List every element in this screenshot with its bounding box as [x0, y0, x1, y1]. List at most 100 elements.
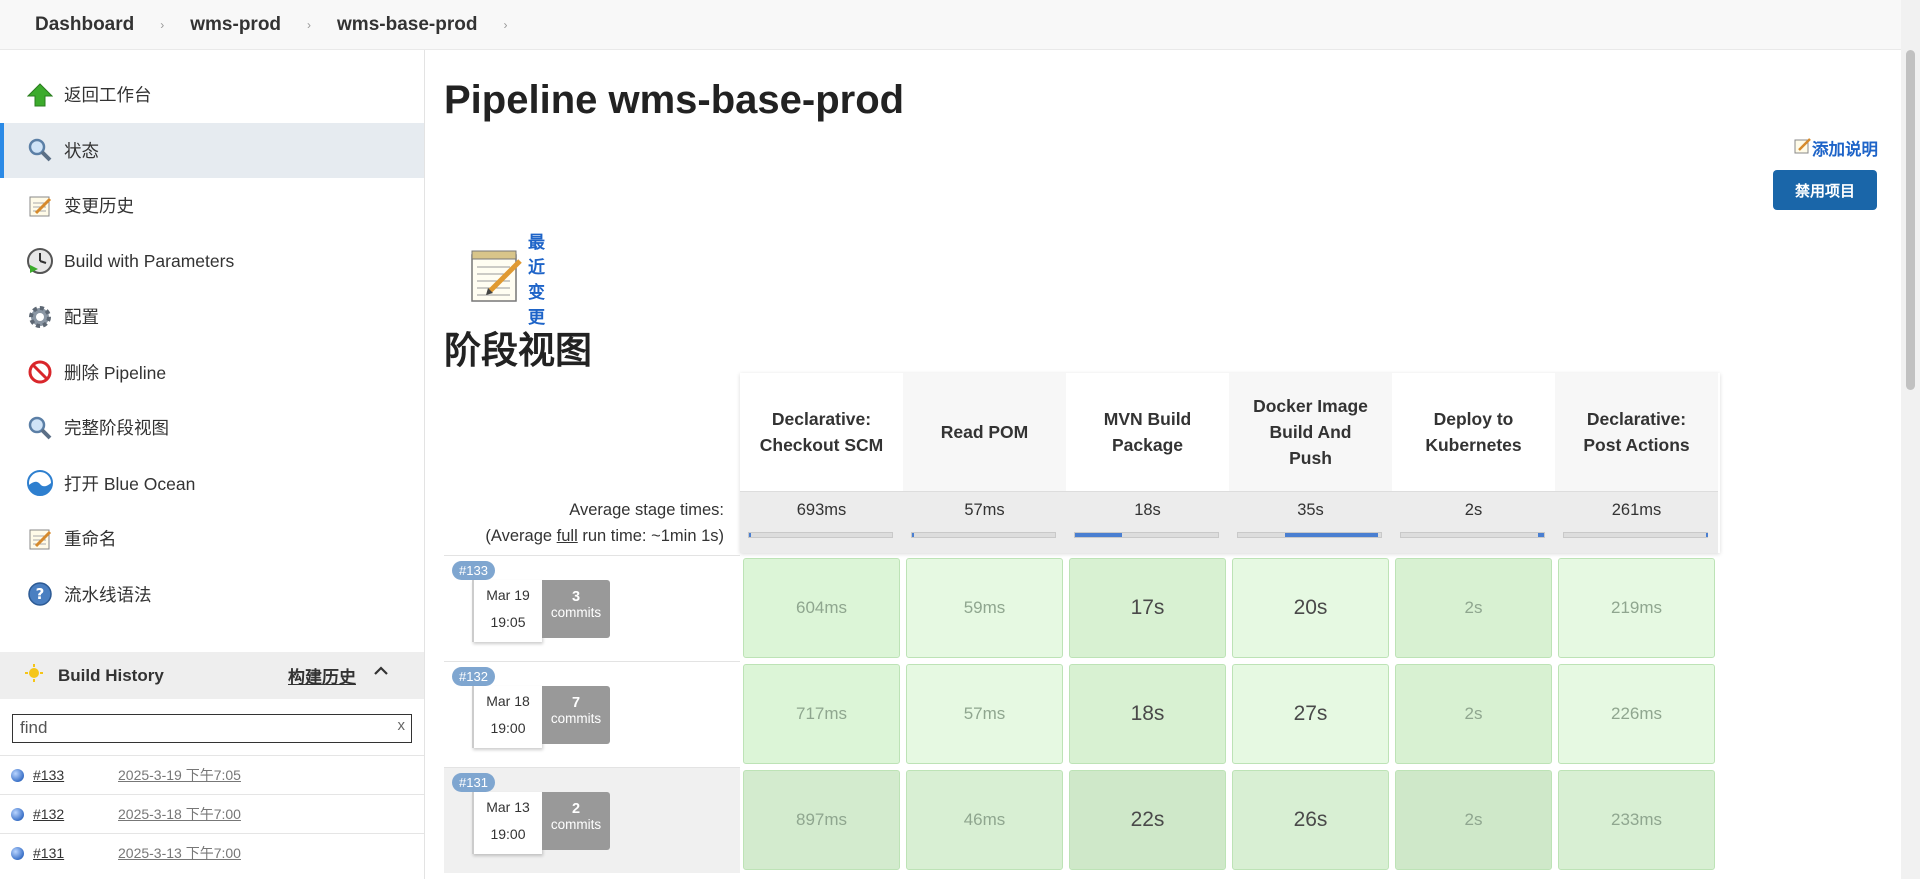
sidebar-item-blue-ocean[interactable]: 打开 Blue Ocean	[0, 456, 424, 512]
build-number-link[interactable]: #131	[33, 845, 103, 861]
breadcrumb-dashboard[interactable]: Dashboard	[35, 14, 134, 36]
build-run-row: #131 Mar 13 19:00 2 commits	[444, 767, 740, 873]
commits-box[interactable]: 7 commits	[542, 686, 610, 744]
build-row[interactable]: #133 2025-3-19 下午7:05	[0, 755, 424, 794]
stage-result-cell[interactable]: 27s	[1232, 664, 1389, 764]
stage-average-time: 261ms	[1611, 501, 1662, 519]
stage-average-cell: 57ms	[903, 491, 1066, 553]
clear-icon[interactable]: x	[398, 713, 406, 739]
stage-name-line: MVN Build	[1103, 409, 1192, 429]
stage-duration-bar	[911, 532, 1056, 538]
magnifier-icon	[24, 134, 56, 166]
help-icon: ?	[24, 578, 56, 610]
sidebar-item-label: 流水线语法	[64, 584, 152, 605]
stage-duration-fill	[1075, 533, 1123, 537]
stage-result-cell[interactable]: 717ms	[743, 664, 900, 764]
page-scrollbar[interactable]	[1901, 0, 1920, 879]
stage-header: Deploy to Kubernetes	[1392, 373, 1555, 491]
sidebar-item-full-stage-view[interactable]: 完整阶段视图	[0, 400, 424, 456]
build-number-link[interactable]: #132	[33, 806, 103, 822]
sidebar-item-rename[interactable]: 重命名	[0, 511, 424, 567]
stage-result-cell[interactable]: 2s	[1395, 770, 1552, 870]
stage-name-line: Checkout SCM	[759, 435, 884, 455]
commits-box[interactable]: 3 commits	[542, 580, 610, 638]
build-date-link[interactable]: 2025-3-19 下午7:05	[118, 765, 241, 785]
stage-result-cell[interactable]: 46ms	[906, 770, 1063, 870]
sidebar-item-delete-pipeline[interactable]: 删除 Pipeline	[0, 345, 424, 401]
commits-box[interactable]: 2 commits	[542, 792, 610, 850]
sidebar-item-status[interactable]: 状态	[0, 122, 424, 178]
stage-average-time: 2s	[1464, 501, 1483, 519]
stage-result-cell[interactable]: 26s	[1232, 770, 1389, 870]
stage-average-time: 35s	[1297, 501, 1324, 519]
search-input-text: find	[20, 718, 48, 737]
stage-average-time: 57ms	[964, 501, 1005, 519]
stage-result-cell[interactable]: 59ms	[906, 558, 1063, 658]
stage-duration-fill	[1538, 533, 1544, 537]
stage-result-cell[interactable]: 57ms	[906, 664, 1063, 764]
stage-result-cell[interactable]: 17s	[1069, 558, 1226, 658]
sun-icon	[24, 663, 44, 688]
scrollbar-thumb[interactable]	[1906, 50, 1915, 390]
build-date-box: Mar 19 19:05	[472, 580, 542, 642]
stage-result-cell[interactable]: 20s	[1232, 558, 1389, 658]
chevron-up-icon[interactable]	[373, 663, 389, 684]
stage-duration-bar	[1400, 532, 1545, 538]
stage-result-cell[interactable]: 219ms	[1558, 558, 1715, 658]
stage-result-cell[interactable]: 226ms	[1558, 664, 1715, 764]
recent-changes-link[interactable]: 最近变更	[466, 228, 545, 328]
breadcrumb-separator-icon: ›	[307, 17, 312, 32]
stage-header: MVN Build Package	[1066, 373, 1229, 491]
build-badge[interactable]: #131	[452, 773, 495, 792]
sidebar-item-pipeline-syntax[interactable]: ? 流水线语法	[0, 567, 424, 623]
build-history-link[interactable]: 构建历史	[288, 663, 356, 688]
full-run-link[interactable]: full	[557, 527, 578, 545]
add-description-link[interactable]: 添加说明	[1794, 136, 1878, 160]
stage-header: Docker Image Build And Push	[1229, 373, 1392, 491]
notepad-icon	[466, 247, 524, 310]
stage-duration-fill	[1285, 533, 1379, 537]
stage-header: Read POM	[903, 373, 1066, 491]
sidebar-item-build-with-parameters[interactable]: Build with Parameters	[0, 234, 424, 290]
breadcrumb-job[interactable]: wms-base-prod	[337, 14, 477, 36]
stage-duration-bar	[1563, 532, 1708, 538]
build-date-link[interactable]: 2025-3-13 下午7:00	[118, 843, 241, 863]
build-number-link[interactable]: #133	[33, 767, 103, 783]
stage-result-cell[interactable]: 18s	[1069, 664, 1226, 764]
breadcrumb-folder[interactable]: wms-prod	[190, 14, 281, 36]
build-row[interactable]: #132 2025-3-18 下午7:00	[0, 794, 424, 833]
no-entry-icon	[24, 356, 56, 388]
edit-icon	[1794, 137, 1812, 160]
stage-result-cell[interactable]: 604ms	[743, 558, 900, 658]
stage-duration-bar	[1074, 532, 1219, 538]
stage-duration-bar	[1237, 532, 1382, 538]
build-badge[interactable]: #132	[452, 667, 495, 686]
stage-header: Declarative: Post Actions	[1555, 373, 1718, 491]
build-search-input[interactable]: find x	[12, 714, 412, 743]
breadcrumb: Dashboard › wms-prod › wms-base-prod ›	[0, 0, 1901, 50]
sidebar-item-label: 重命名	[64, 529, 117, 550]
sidebar-item-configure[interactable]: 配置	[0, 289, 424, 345]
stage-duration-fill	[912, 533, 914, 537]
commits-count: 7	[571, 695, 581, 711]
sidebar-item-changes[interactable]: 变更历史	[0, 178, 424, 234]
stage-result-cell[interactable]: 897ms	[743, 770, 900, 870]
breadcrumb-separator-icon: ›	[160, 17, 165, 32]
stage-average-cell: 2s	[1392, 491, 1555, 553]
sidebar-item-label: 完整阶段视图	[64, 418, 169, 439]
stage-result-cell[interactable]: 2s	[1395, 664, 1552, 764]
build-row[interactable]: #131 2025-3-13 下午7:00	[0, 833, 424, 872]
build-badge[interactable]: #133	[452, 561, 495, 580]
stage-name-line: Kubernetes	[1425, 435, 1522, 455]
sidebar-item-back-to-dashboard[interactable]: 返回工作台	[0, 67, 424, 123]
notepad-icon	[24, 523, 56, 555]
commits-label: commits	[550, 711, 602, 726]
stage-result-cell[interactable]: 2s	[1395, 558, 1552, 658]
stage-view-title: 阶段视图	[444, 330, 592, 371]
stage-result-cell[interactable]: 233ms	[1558, 770, 1715, 870]
disable-project-button[interactable]: 禁用项目	[1773, 170, 1877, 210]
stage-result-cell[interactable]: 22s	[1069, 770, 1226, 870]
build-date-link[interactable]: 2025-3-18 下午7:00	[118, 804, 241, 824]
status-ball-icon	[11, 846, 24, 860]
recent-changes-label: 最近变更	[528, 233, 545, 327]
